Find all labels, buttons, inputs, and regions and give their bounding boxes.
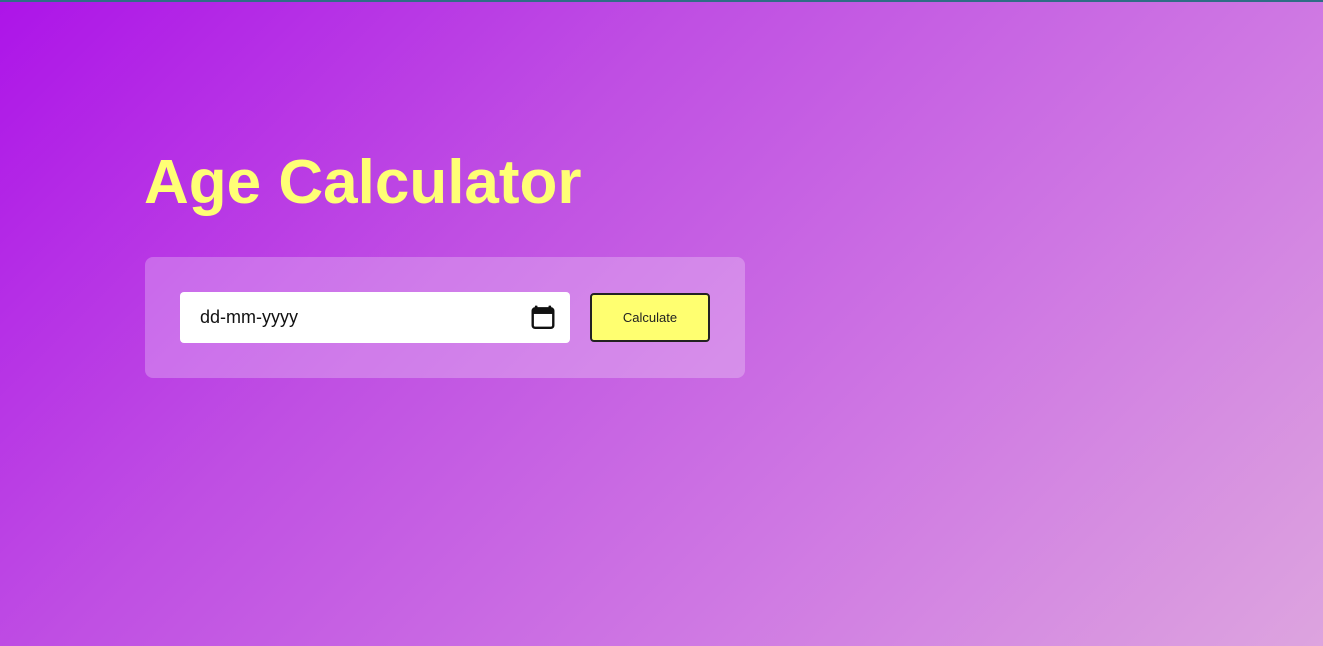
age-form-card: dd-mm-yyyy Calculate xyxy=(145,257,745,378)
date-input-placeholder: dd-mm-yyyy xyxy=(200,307,298,327)
top-border-line xyxy=(0,0,1323,2)
calculate-button[interactable]: Calculate xyxy=(590,293,710,342)
calendar-icon[interactable] xyxy=(530,304,556,330)
birth-date-input[interactable]: dd-mm-yyyy xyxy=(180,292,570,343)
page-title: Age Calculator xyxy=(144,148,582,217)
